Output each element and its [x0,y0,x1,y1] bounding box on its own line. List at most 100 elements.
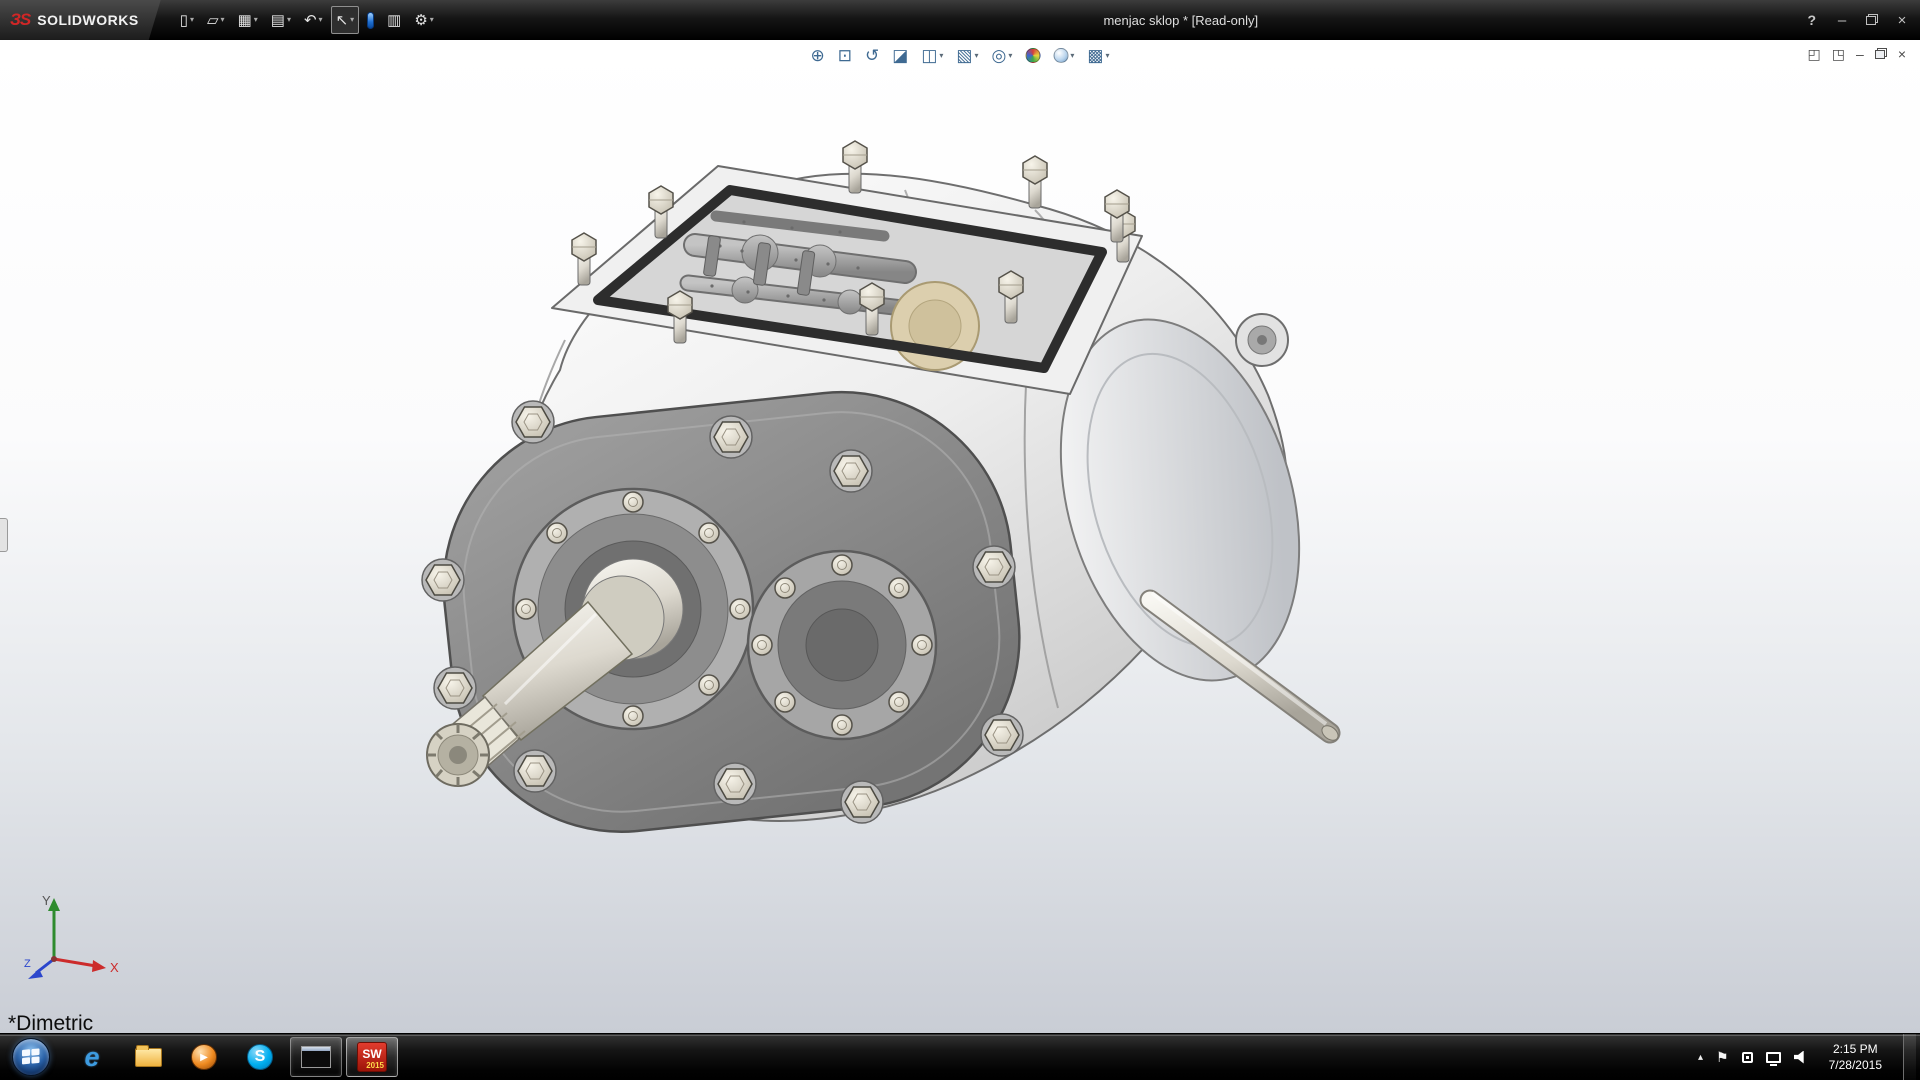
chevron-down-icon[interactable]: ▾ [974,52,978,60]
command-prompt-icon [301,1046,331,1068]
chevron-down-icon[interactable]: ▾ [1008,52,1012,60]
show-desktop-button[interactable] [1903,1034,1916,1080]
orientation-triad[interactable]: Y X Z [22,889,126,981]
start-button[interactable] [12,1038,50,1076]
help-button[interactable]: ? [1803,12,1820,28]
section-view-button[interactable]: ◪ [890,46,910,65]
display-style-icon: ▧ [956,47,972,64]
doc-minimize-button[interactable]: – [1856,47,1864,61]
file-properties-button[interactable]: ▥ [382,6,406,34]
internet-explorer-icon: e [84,1044,99,1071]
chevron-down-icon[interactable]: ▾ [190,16,194,24]
new-document-button[interactable]: ▯ ▾ [175,6,199,34]
zoom-to-fit-icon: ⊕ [811,47,825,64]
hide-show-items-icon: ◎ [992,47,1007,64]
minimize-button[interactable]: – [1832,13,1852,28]
solidworks-app-label: SW [362,1048,381,1060]
undo-button[interactable]: ↶ ▾ [299,6,328,34]
taskbar-internet-explorer[interactable]: e [66,1037,118,1077]
chevron-down-icon[interactable]: ▾ [287,16,291,24]
taskbar-media-player[interactable]: ▶ [178,1037,230,1077]
featuremanager-collapsed-tab[interactable] [0,518,8,552]
restore-button[interactable] [1862,13,1882,28]
restore-icon [1875,48,1887,59]
rebuild-button[interactable] [362,6,379,34]
standard-toolbar: ▯ ▾ ▱ ▾ ▦ ▾ ▤ ▾ ↶ ▾ ↖ ▾ ▥ ⚙ ▾ [175,6,439,34]
doc-window-icon-b[interactable]: ◳ [1832,47,1845,61]
chevron-down-icon[interactable]: ▾ [350,16,354,24]
open-icon: ▱ [207,13,219,28]
solidworks-logo-icon: ЗS [10,10,30,30]
output-bearing-cover[interactable] [748,551,936,739]
window-controls: – × [1832,13,1912,28]
taskbar-solidworks[interactable]: SW 2015 [346,1037,398,1077]
taskbar-clock[interactable]: 2:15 PM 7/28/2015 [1821,1041,1890,1073]
print-button[interactable]: ▤ ▾ [266,6,296,34]
options-button[interactable]: ⚙ ▾ [409,6,438,34]
undo-icon: ↶ [304,13,317,28]
zoom-to-area-icon: ⊡ [838,47,852,64]
chevron-down-icon[interactable]: ▾ [939,52,943,60]
save-button[interactable]: ▦ ▾ [233,6,263,34]
clock-date: 7/28/2015 [1829,1057,1882,1073]
doc-window-icon-a[interactable]: ◰ [1808,47,1821,61]
rebuild-icon [367,12,374,29]
restore-icon [1866,14,1878,25]
windows-logo-icon [21,1048,41,1066]
zoom-to-fit-button[interactable]: ⊕ [809,46,827,65]
brand-text: SOLIDWORKS [37,12,138,28]
graphics-area[interactable]: ⊕ ⊡ ↺ ◪ ◫ ▾ ▧ ▾ ◎ ▾ ▾ ▩ [0,40,1920,1033]
file-properties-icon: ▥ [387,13,401,28]
system-tray: ▴ ⚑ 2:15 PM 7/28/2015 [1698,1034,1916,1080]
taskbar: e ▶ S SW 2015 ▴ ⚑ 2:15 PM 7/28/2015 [0,1033,1920,1080]
network-icon[interactable] [1766,1052,1781,1063]
heads-up-view-toolbar: ⊕ ⊡ ↺ ◪ ◫ ▾ ▧ ▾ ◎ ▾ ▾ ▩ [809,46,1112,65]
chevron-down-icon[interactable]: ▾ [254,16,258,24]
doc-close-button[interactable]: × [1898,47,1906,61]
folder-icon [135,1048,162,1067]
apply-scene-button[interactable]: ▾ [1051,47,1076,64]
previous-view-icon: ↺ [865,47,879,64]
chevron-down-icon[interactable]: ▾ [221,16,225,24]
solidworks-version-badge: 2015 [366,1061,384,1070]
select-cursor-icon: ↖ [336,13,349,28]
solidworks-logo: ЗS SOLIDWORKS [0,0,161,40]
view-settings-button[interactable]: ▩ ▾ [1085,46,1111,65]
triad-y-label: Y [42,893,51,908]
close-button[interactable]: × [1892,13,1912,28]
chevron-down-icon[interactable]: ▾ [319,16,323,24]
hidden-icons-chevron[interactable]: ▴ [1698,1052,1703,1063]
volume-icon[interactable] [1794,1051,1808,1064]
chevron-down-icon[interactable]: ▾ [1105,52,1109,60]
open-button[interactable]: ▱ ▾ [202,6,230,34]
view-orientation-button[interactable]: ◫ ▾ [919,46,945,65]
save-icon: ▦ [238,13,252,28]
taskbar-skype[interactable]: S [234,1037,286,1077]
triad-z-label: Z [24,958,31,970]
view-orientation-label: *Dimetric [8,1012,93,1033]
doc-restore-button[interactable] [1875,47,1887,61]
options-gear-icon: ⚙ [414,13,427,28]
skype-icon: S [247,1044,273,1070]
titlebar: ЗS SOLIDWORKS ▯ ▾ ▱ ▾ ▦ ▾ ▤ ▾ ↶ ▾ ↖ ▾ [0,0,1920,40]
solidworks-app-icon: SW 2015 [357,1042,387,1072]
previous-view-button[interactable]: ↺ [863,46,881,65]
safely-remove-hardware-icon[interactable] [1742,1052,1753,1063]
view-settings-icon: ▩ [1087,47,1103,64]
taskbar-file-explorer[interactable] [122,1037,174,1077]
gearbox-model[interactable] [0,40,1920,1033]
side-port-boss[interactable] [1236,314,1288,366]
hide-show-items-button[interactable]: ◎ ▾ [990,46,1015,65]
taskbar-command-prompt[interactable] [290,1037,342,1077]
edit-appearance-button[interactable] [1023,47,1042,64]
zoom-to-area-button[interactable]: ⊡ [836,46,854,65]
display-style-button[interactable]: ▧ ▾ [954,46,980,65]
view-orientation-icon: ◫ [921,47,937,64]
window-title: menjac sklop * [Read-only] [1103,13,1258,28]
chevron-down-icon[interactable]: ▾ [1070,52,1074,60]
chevron-down-icon[interactable]: ▾ [430,16,434,24]
action-center-flag-icon[interactable]: ⚑ [1716,1049,1729,1066]
print-icon: ▤ [271,13,285,28]
titlebar-right-controls: ? – × [1803,12,1912,28]
select-button[interactable]: ↖ ▾ [331,6,360,34]
